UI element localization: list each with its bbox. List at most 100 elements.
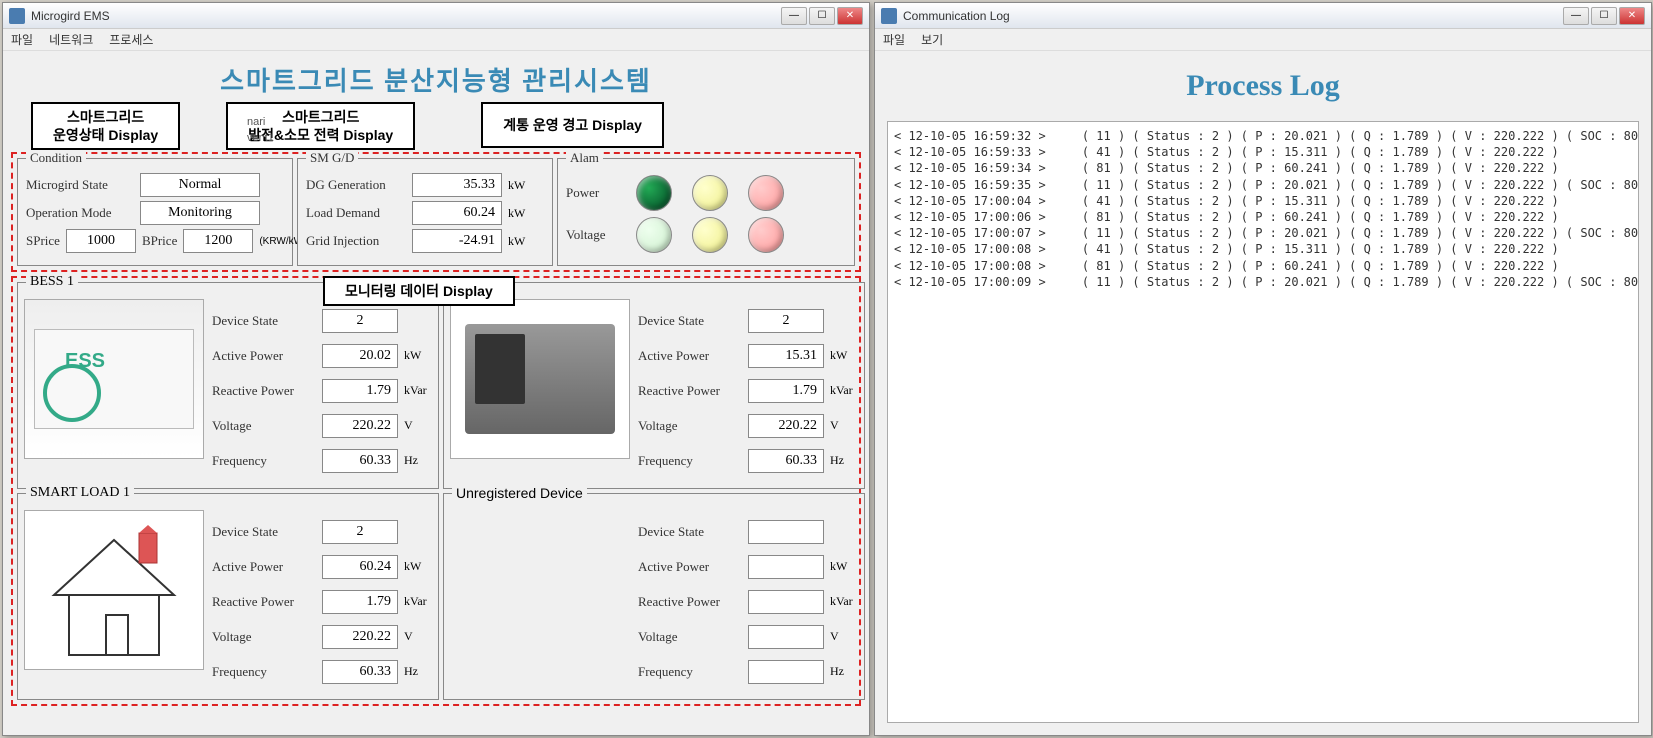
log-minimize-button[interactable]: — <box>1563 7 1589 25</box>
device-unregistered: Unregistered Device Device State Active … <box>443 493 865 700</box>
voltage-lamp-red <box>748 217 784 253</box>
gen-ap: 15.31 <box>748 344 824 368</box>
gen-state: 2 <box>748 309 824 333</box>
log-titlebar[interactable]: Communication Log — ☐ ✕ <box>875 3 1651 29</box>
unreg-v <box>748 625 824 649</box>
unreg-rp-label: Reactive Power <box>638 594 742 610</box>
top-status-row: Condition Microgird State Normal Operati… <box>11 152 861 272</box>
load-v-unit: V <box>404 629 432 644</box>
power-lamp-green <box>636 175 672 211</box>
bess-rp-unit: kVar <box>404 383 432 398</box>
ems-window: Microgird EMS — ☐ ✕ 파일 네트워크 프로세스 스마트그리드 … <box>2 2 870 736</box>
bess-rp-label: Reactive Power <box>212 383 316 399</box>
unreg-ap-label: Active Power <box>638 559 742 575</box>
menu-file[interactable]: 파일 <box>11 31 33 48</box>
load-legend: SMART LOAD 1 <box>26 485 134 501</box>
condition-group: Condition Microgird State Normal Operati… <box>17 158 293 266</box>
ems-titlebar[interactable]: Microgird EMS — ☐ ✕ <box>3 3 869 29</box>
gen-f-unit: Hz <box>830 453 858 468</box>
app-icon <box>9 8 25 24</box>
unreg-v-label: Voltage <box>638 629 742 645</box>
bprice-label: BPrice <box>142 233 177 249</box>
gen-rp-unit: kVar <box>830 383 858 398</box>
gen-f: 60.33 <box>748 449 824 473</box>
voltage-lamp-green <box>636 217 672 253</box>
bess-v-label: Voltage <box>212 418 316 434</box>
gen-state-label: Device State <box>638 313 742 329</box>
bess-image <box>24 299 204 459</box>
load-rp: 1.79 <box>322 590 398 614</box>
grid-label: Grid Injection <box>306 233 406 249</box>
log-text-area[interactable]: < 12-10-05 16:59:32 > ( 11 ) ( Status : … <box>887 121 1639 723</box>
log-title-text: Communication Log <box>903 9 1563 23</box>
bess-legend: BESS 1 <box>26 274 78 290</box>
menu-process[interactable]: 프로세스 <box>109 31 153 48</box>
unreg-ap <box>748 555 824 579</box>
bess-rp: 1.79 <box>322 379 398 403</box>
load-ap-unit: kW <box>404 559 432 574</box>
alarm-legend: Alam <box>566 150 603 166</box>
load-value: 60.24 <box>412 201 502 225</box>
device-generator: Device State2 Active Power15.31kW Reacti… <box>443 282 865 489</box>
process-log-title: Process Log <box>883 55 1643 117</box>
log-menubar: 파일 보기 <box>875 29 1651 51</box>
unreg-rp-unit: kVar <box>830 594 858 609</box>
voltage-lamp-yellow <box>692 217 728 253</box>
alarm-group: Alam Power Voltage <box>557 158 855 266</box>
device-load: SMART LOAD 1 Device State2 Active Power6… <box>17 493 439 700</box>
close-button[interactable]: ✕ <box>837 7 863 25</box>
power-lamp-yellow <box>692 175 728 211</box>
monitoring-area: BESS 1 Device State 2 Active Power 20.02 kW… <box>11 276 861 706</box>
gen-f-label: Frequency <box>638 453 742 469</box>
load-label: Load Demand <box>306 205 406 221</box>
log-line: < 12-10-05 17:00:08 > ( 81 ) ( Status : … <box>894 258 1632 274</box>
sprice-label: SPrice <box>26 233 60 249</box>
bess-ap: 20.02 <box>322 344 398 368</box>
log-client: Process Log < 12-10-05 16:59:32 > ( 11 )… <box>875 51 1651 735</box>
log-line: < 12-10-05 16:59:33 > ( 41 ) ( Status : … <box>894 144 1632 160</box>
behind-vent1: vent1 <box>247 132 274 144</box>
behind-nari: nari <box>247 116 265 128</box>
load-state: 2 <box>322 520 398 544</box>
maximize-button[interactable]: ☐ <box>809 7 835 25</box>
bprice-value: 1200 <box>183 229 253 253</box>
gen-rp-label: Reactive Power <box>638 383 742 399</box>
grid-value: -24.91 <box>412 229 502 253</box>
load-ap: 60.24 <box>322 555 398 579</box>
log-close-button[interactable]: ✕ <box>1619 7 1645 25</box>
log-app-icon <box>881 8 897 24</box>
ems-client: 스마트그리드 분산지능형 관리시스템 nari vent1 스마트그리드 운영상… <box>3 51 869 735</box>
unreg-legend: Unregistered Device <box>452 485 587 501</box>
bess-v-unit: V <box>404 418 432 433</box>
log-menu-view[interactable]: 보기 <box>921 31 943 48</box>
main-title: 스마트그리드 분산지능형 관리시스템 <box>11 55 861 102</box>
log-line: < 12-10-05 17:00:07 > ( 11 ) ( Status : … <box>894 225 1632 241</box>
annotation-monitoring: 모니터링 데이터 Display <box>323 276 515 306</box>
log-line: < 12-10-05 17:00:06 > ( 81 ) ( Status : … <box>894 209 1632 225</box>
ems-title: Microgird EMS <box>31 9 781 23</box>
load-f-label: Frequency <box>212 664 316 680</box>
log-line: < 12-10-05 16:59:32 > ( 11 ) ( Status : … <box>894 128 1632 144</box>
unreg-state-label: Device State <box>638 524 742 540</box>
alarm-power-label: Power <box>566 185 616 201</box>
gen-v: 220.22 <box>748 414 824 438</box>
dg-label: DG Generation <box>306 177 406 193</box>
log-window: Communication Log — ☐ ✕ 파일 보기 Process Lo… <box>874 2 1652 736</box>
condition-legend: Condition <box>26 150 86 166</box>
gen-ap-unit: kW <box>830 348 858 363</box>
load-rp-unit: kVar <box>404 594 432 609</box>
log-line: < 12-10-05 16:59:34 > ( 81 ) ( Status : … <box>894 160 1632 176</box>
load-state-label: Device State <box>212 524 316 540</box>
dg-value: 35.33 <box>412 173 502 197</box>
log-menu-file[interactable]: 파일 <box>883 31 905 48</box>
menu-network[interactable]: 네트워크 <box>49 31 93 48</box>
log-maximize-button[interactable]: ☐ <box>1591 7 1617 25</box>
unreg-ap-unit: kW <box>830 559 858 574</box>
bess-f-label: Frequency <box>212 453 316 469</box>
log-line: < 12-10-05 17:00:08 > ( 41 ) ( Status : … <box>894 241 1632 257</box>
sprice-value: 1000 <box>66 229 136 253</box>
gen-v-unit: V <box>830 418 858 433</box>
bess-state-label: Device State <box>212 313 316 329</box>
minimize-button[interactable]: — <box>781 7 807 25</box>
alarm-voltage-label: Voltage <box>566 227 616 243</box>
